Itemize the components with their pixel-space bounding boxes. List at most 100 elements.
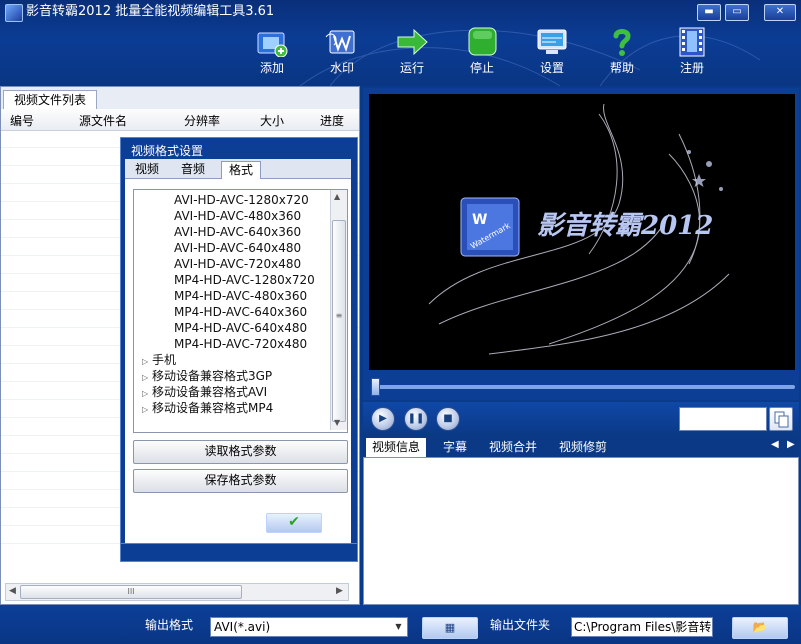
tab-video-info[interactable]: 视频信息	[366, 438, 427, 457]
info-tabs: 视频信息 字幕 视频合并 视频修剪 ◀ ▶	[363, 435, 799, 457]
settings-monitor-icon	[534, 27, 570, 57]
pause-icon: ❚❚	[407, 413, 425, 424]
stop-playback-button[interactable]: ■	[436, 407, 460, 431]
close-button[interactable]: ✕	[764, 4, 796, 21]
copy-button[interactable]	[769, 407, 793, 431]
tree-group-label: 移动设备兼容格式3GP	[152, 369, 273, 383]
expand-icon[interactable]: ▷	[142, 402, 152, 418]
seek-bar[interactable]	[363, 376, 799, 400]
stop-label: 停止	[469, 61, 494, 75]
help-label: 帮助	[609, 61, 634, 75]
tab-next-icon[interactable]: ▶	[787, 439, 795, 450]
scroll-right-icon[interactable]: ▶	[336, 586, 343, 596]
tree-group-label: 移动设备兼容格式MP4	[152, 401, 274, 415]
tree-item[interactable]: AVI-HD-AVC-480x360	[174, 208, 301, 224]
watermark-logo: W Watermark	[460, 197, 520, 257]
format-settings-dialog: 视频格式设置 视频 音频 格式 AVI-HD-AVC-1280x720 AVI-…	[120, 137, 358, 562]
tree-item[interactable]: AVI-HD-AVC-720x480	[174, 256, 301, 272]
output-folder-field[interactable]: C:\Program Files\影音转霸	[571, 617, 713, 637]
scroll-thumb[interactable]: III	[20, 585, 242, 599]
help-icon	[604, 27, 640, 57]
run-arrow-icon	[394, 27, 430, 57]
dialog-body: 视频 音频 格式 AVI-HD-AVC-1280x720 AVI-HD-AVC-…	[125, 159, 351, 544]
output-bar: 输出格式 AVI(*.avi) ▼ ▦ 输出文件夹 C:\Program Fil…	[0, 605, 801, 644]
save-format-button[interactable]: 保存格式参数	[133, 469, 348, 493]
tree-group-mp4[interactable]: ▷ 移动设备兼容格式MP4	[142, 400, 273, 416]
scroll-down-icon[interactable]: ▼	[334, 418, 340, 427]
tree-item[interactable]: MP4-HD-AVC-640x480	[174, 320, 307, 336]
tree-item[interactable]: MP4-HD-AVC-1280x720	[174, 272, 315, 288]
output-format-value: AVI(*.avi)	[214, 620, 271, 634]
preview-art: W Watermark 影音转霸2012	[428, 103, 730, 355]
column-filename[interactable]: 源文件名	[79, 112, 127, 129]
svg-text:W: W	[472, 212, 487, 228]
dialog-title: 视频格式设置	[131, 144, 204, 158]
tree-group-avi[interactable]: ▷ 移动设备兼容格式AVI	[142, 384, 267, 400]
tab-subtitle[interactable]: 字幕	[443, 438, 467, 457]
stop-icon	[464, 27, 500, 57]
tree-item[interactable]: AVI-HD-AVC-640x360	[174, 224, 301, 240]
tree-group-phone[interactable]: ▷ 手机	[142, 352, 176, 368]
tree-scroll-thumb[interactable]: ≡	[332, 220, 346, 422]
window-title: 影音转霸2012 批量全能视频编辑工具3.61	[26, 4, 275, 19]
read-format-button[interactable]: 读取格式参数	[133, 440, 348, 464]
video-preview[interactable]: W Watermark 影音转霸2012	[369, 94, 795, 370]
ok-button[interactable]: ✔	[266, 513, 322, 533]
register-button[interactable]: 注册	[663, 24, 721, 80]
tab-video[interactable]: 视频	[129, 161, 165, 178]
tree-group-label: 手机	[152, 353, 177, 367]
tab-format[interactable]: 格式	[221, 161, 261, 179]
help-button[interactable]: 帮助	[593, 24, 651, 80]
scroll-up-icon[interactable]: ▲	[334, 192, 340, 201]
register-label: 注册	[679, 61, 704, 75]
stop-button[interactable]: 停止	[453, 24, 511, 80]
tree-item[interactable]: MP4-HD-AVC-640x360	[174, 304, 307, 320]
tree-item[interactable]: AVI-HD-AVC-640x480	[174, 240, 301, 256]
dialog-divider	[121, 543, 357, 544]
format-settings-button[interactable]: ▦	[422, 617, 478, 639]
tree-group-3gp[interactable]: ▷ 移动设备兼容格式3GP	[142, 368, 272, 384]
tree-vscrollbar[interactable]: ▲ ≡ ▼	[330, 190, 347, 430]
tree-item[interactable]: MP4-HD-AVC-720x480	[174, 336, 307, 352]
output-format-select[interactable]: AVI(*.avi) ▼	[210, 617, 408, 637]
chevron-down-icon[interactable]: ▼	[391, 619, 406, 635]
minimize-button[interactable]: ▬	[697, 4, 721, 21]
browse-folder-button[interactable]: 📂	[732, 617, 788, 639]
column-progress[interactable]: 进度	[320, 112, 344, 129]
file-list-hscrollbar[interactable]: ◀ III ▶	[5, 583, 349, 601]
settings-button[interactable]: 设置	[523, 24, 581, 80]
run-label: 运行	[399, 61, 424, 75]
time-field[interactable]	[679, 407, 767, 431]
tab-audio[interactable]: 音频	[175, 161, 211, 178]
scroll-left-icon[interactable]: ◀	[9, 586, 16, 596]
add-video-icon	[254, 27, 290, 58]
run-button[interactable]: 运行	[383, 24, 441, 80]
watermark-button[interactable]: 水印	[313, 24, 371, 80]
column-size[interactable]: 大小	[260, 112, 284, 129]
play-button[interactable]: ▶	[371, 407, 395, 431]
file-list-header: 编号 源文件名 分辨率 大小 进度	[1, 109, 359, 131]
top-band: 影音转霸2012 批量全能视频编辑工具3.61 ▬ ▭ ✕ 添加 水印 运行 停…	[0, 0, 801, 86]
column-index[interactable]: 编号	[10, 112, 34, 129]
column-resolution[interactable]: 分辨率	[184, 112, 220, 129]
format-tree[interactable]: AVI-HD-AVC-1280x720 AVI-HD-AVC-480x360 A…	[133, 189, 348, 433]
tab-prev-icon[interactable]: ◀	[771, 439, 779, 450]
seek-knob[interactable]	[371, 378, 380, 396]
app-icon	[5, 4, 23, 22]
tree-item[interactable]: MP4-HD-AVC-480x360	[174, 288, 307, 304]
tab-file-list[interactable]: 视频文件列表	[3, 90, 97, 110]
info-panel-body	[363, 457, 799, 605]
add-button[interactable]: 添加	[243, 24, 301, 80]
add-label: 添加	[259, 61, 284, 75]
pause-button[interactable]: ❚❚	[404, 407, 428, 431]
seek-track[interactable]	[371, 385, 795, 389]
register-film-icon	[674, 27, 710, 57]
playback-controls: ▶ ❚❚ ■	[363, 402, 799, 435]
stop-square-icon: ■	[443, 413, 453, 424]
tree-item[interactable]: AVI-HD-AVC-1280x720	[174, 192, 309, 208]
tab-video-merge[interactable]: 视频合并	[489, 438, 537, 457]
output-folder-label: 输出文件夹	[490, 618, 551, 632]
tab-video-trim[interactable]: 视频修剪	[559, 438, 607, 457]
maximize-button[interactable]: ▭	[725, 4, 749, 21]
file-list-tabstrip: 视频文件列表	[1, 87, 359, 110]
